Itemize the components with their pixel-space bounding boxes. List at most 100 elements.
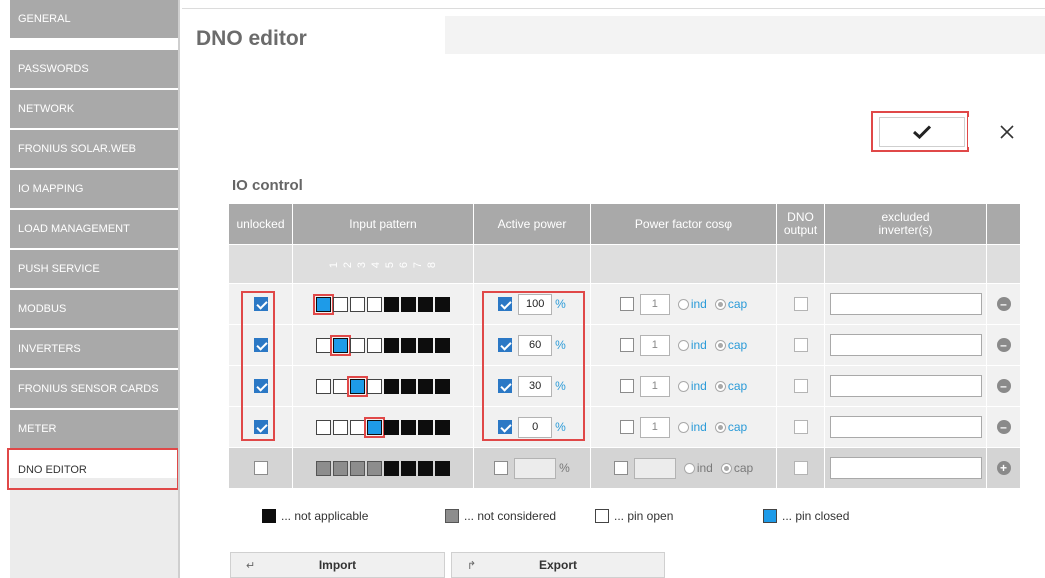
active-power-checkbox[interactable] xyxy=(494,461,509,475)
unlocked-checkbox[interactable] xyxy=(253,379,268,394)
pin-open[interactable] xyxy=(333,419,348,435)
power-factor-input[interactable]: 1 xyxy=(639,375,670,397)
sidebar: GENERAL PASSWORDS NETWORK FRONIUS SOLAR.… xyxy=(0,0,180,578)
cap-radio[interactable] xyxy=(720,462,732,474)
power-factor-checkbox[interactable] xyxy=(619,379,634,393)
active-power-checkbox[interactable] xyxy=(498,297,513,311)
active-power-input[interactable]: 0 xyxy=(518,416,553,438)
active-power-input[interactable]: 60 xyxy=(518,334,553,356)
pin-open[interactable] xyxy=(316,378,331,394)
dno-output-checkbox[interactable] xyxy=(793,461,808,476)
remove-row-button[interactable]: – xyxy=(996,297,1011,311)
cap-label: cap xyxy=(733,461,754,475)
active-power-input[interactable]: 30 xyxy=(518,375,553,397)
unlocked-checkbox[interactable] xyxy=(253,297,268,312)
power-factor-input[interactable]: 1 xyxy=(639,416,670,438)
unlocked-checkbox[interactable] xyxy=(253,420,268,435)
sidebar-item-inverters[interactable]: INVERTERS xyxy=(10,330,180,368)
active-power-checkbox[interactable] xyxy=(498,420,513,434)
pin-open[interactable] xyxy=(367,296,382,312)
remove-row-button[interactable]: – xyxy=(996,379,1011,393)
pin-open[interactable] xyxy=(316,337,331,353)
pin-nc[interactable] xyxy=(333,460,348,476)
minus-icon: – xyxy=(1000,420,1007,434)
sidebar-item-push-service[interactable]: PUSH SERVICE xyxy=(10,250,180,288)
excluded-inverters-input[interactable] xyxy=(829,293,982,315)
add-row-button[interactable]: + xyxy=(996,461,1011,475)
sidebar-item-general[interactable]: GENERAL xyxy=(10,0,180,38)
dno-output-checkbox[interactable] xyxy=(793,379,808,394)
unlocked-checkbox[interactable] xyxy=(253,461,268,476)
sidebar-item-io-mapping[interactable]: IO MAPPING xyxy=(10,170,180,208)
action-cell: + xyxy=(986,447,1021,489)
pin-closed[interactable] xyxy=(364,416,385,438)
active-power-input[interactable] xyxy=(514,457,557,479)
export-button[interactable]: ↱ Export xyxy=(451,552,665,578)
power-factor-checkbox[interactable] xyxy=(619,338,634,352)
pin-open[interactable] xyxy=(333,378,348,394)
save-button[interactable] xyxy=(879,117,965,147)
active-power-checkbox[interactable] xyxy=(498,379,513,393)
pin-open[interactable] xyxy=(333,296,348,312)
pin-open[interactable] xyxy=(350,419,365,435)
pin-open[interactable] xyxy=(367,337,382,353)
power-factor-cell: 1 ind cap xyxy=(590,406,777,448)
pin-open[interactable] xyxy=(367,378,382,394)
pin-na xyxy=(418,419,433,435)
dno-output-checkbox[interactable] xyxy=(793,420,808,435)
pin-nc[interactable] xyxy=(316,460,331,476)
remove-row-button[interactable]: – xyxy=(996,338,1011,352)
unlocked-checkbox[interactable] xyxy=(253,338,268,353)
pin-na xyxy=(401,296,416,312)
pin-na xyxy=(384,296,399,312)
sidebar-item-fronius-sensor-cards[interactable]: FRONIUS SENSOR CARDS xyxy=(10,370,180,408)
excluded-inverters-input[interactable] xyxy=(829,416,982,438)
cap-radio[interactable] xyxy=(714,298,726,310)
ind-radio[interactable] xyxy=(677,298,689,310)
action-cell: – xyxy=(986,324,1021,366)
top-divider xyxy=(182,8,1045,9)
cap-radio[interactable] xyxy=(714,339,726,351)
ind-radio[interactable] xyxy=(677,421,689,433)
sidebar-item-meter[interactable]: METER xyxy=(10,410,180,448)
pin-open[interactable] xyxy=(316,419,331,435)
excluded-inverters-input[interactable] xyxy=(829,457,982,479)
sidebar-item-modbus[interactable]: MODBUS xyxy=(10,290,180,328)
excluded-inverters-input[interactable] xyxy=(829,375,982,397)
ind-radio[interactable] xyxy=(677,380,689,392)
cap-radio[interactable] xyxy=(714,380,726,392)
pin-open[interactable] xyxy=(350,337,365,353)
power-factor-input[interactable]: 1 xyxy=(639,334,670,356)
ind-radio[interactable] xyxy=(677,339,689,351)
import-button[interactable]: ↵ Import xyxy=(230,552,445,578)
cap-radio[interactable] xyxy=(714,421,726,433)
pin-nc[interactable] xyxy=(350,460,365,476)
active-power-input[interactable]: 100 xyxy=(518,293,553,315)
action-cell: – xyxy=(986,365,1021,407)
power-factor-checkbox[interactable] xyxy=(619,420,634,434)
power-factor-input[interactable] xyxy=(633,457,676,479)
sidebar-item-network[interactable]: NETWORK xyxy=(10,90,180,128)
cancel-button[interactable] xyxy=(968,117,1045,147)
power-factor-checkbox[interactable] xyxy=(619,297,634,311)
pin-closed[interactable] xyxy=(347,375,368,397)
sidebar-item-load-management[interactable]: LOAD MANAGEMENT xyxy=(10,210,180,248)
input-pattern-cell xyxy=(292,283,474,325)
cap-label: cap xyxy=(727,420,748,434)
pin-closed[interactable] xyxy=(330,334,351,356)
pin-na xyxy=(435,337,450,353)
dno-output-checkbox[interactable] xyxy=(793,297,808,312)
ind-radio[interactable] xyxy=(683,462,695,474)
active-power-checkbox[interactable] xyxy=(498,338,513,352)
sidebar-item-passwords[interactable]: PASSWORDS xyxy=(10,50,180,88)
pin-open[interactable] xyxy=(350,296,365,312)
power-factor-checkbox[interactable] xyxy=(613,461,628,475)
excluded-inverters-input[interactable] xyxy=(829,334,982,356)
input-pattern xyxy=(313,293,450,315)
pin-nc[interactable] xyxy=(367,460,382,476)
pin-closed[interactable] xyxy=(313,293,334,315)
sidebar-item-fronius-solar-web[interactable]: FRONIUS SOLAR.WEB xyxy=(10,130,180,168)
dno-output-checkbox[interactable] xyxy=(793,338,808,353)
remove-row-button[interactable]: – xyxy=(996,420,1011,434)
power-factor-input[interactable]: 1 xyxy=(639,293,670,315)
